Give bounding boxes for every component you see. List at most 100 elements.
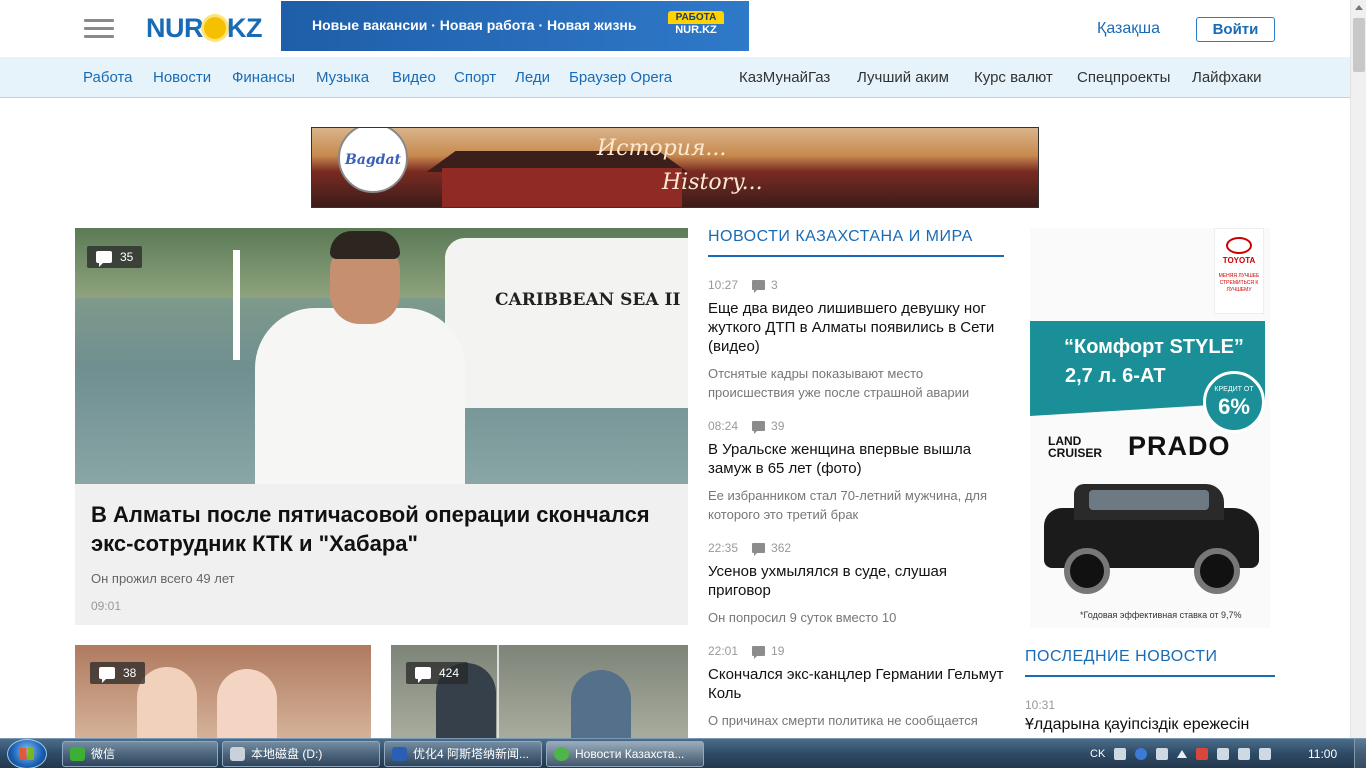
taskbar-item-browser[interactable]: Новости Казахста... (546, 741, 704, 767)
toyota-logo: TOYOTA МЕНЯЯ ЛУЧШЕЕ СТРЕМИТЬСЯ К ЛУЧШЕМУ (1214, 228, 1264, 314)
help-icon[interactable] (1135, 748, 1148, 760)
news-lead: Отснятые кадры показывают место происшес… (708, 366, 970, 400)
image-person-body (255, 308, 465, 484)
latest-section-title[interactable]: ПОСЛЕДНИЕ НОВОСТИ (1025, 648, 1218, 666)
news-title[interactable]: В Уральске женщина впервые вышла замуж в… (708, 440, 1008, 478)
featured-article-image: CARIBBEAN SEA II 35 (75, 228, 688, 484)
comment-icon (752, 421, 766, 434)
jobs-banner[interactable]: Новые вакансии · Новая работа · Новая жи… (281, 1, 749, 51)
comment-icon (752, 543, 766, 556)
news-title[interactable]: Усенов ухмылялся в суде, слушая приговор (708, 562, 1008, 600)
history-ad-banner[interactable]: Bagdat История... History... (311, 127, 1039, 208)
news-title[interactable]: Скончался экс-канцлер Германии Гельмут К… (708, 665, 1008, 703)
nav-item-rabota[interactable]: Работа (83, 69, 133, 86)
nav-item-akim[interactable]: Лучший аким (857, 69, 949, 86)
news-list-item[interactable]: 10:27 3 Еще два видео лишившего девушку … (708, 278, 1008, 402)
taskbar-clock[interactable]: 11:00 (1308, 747, 1337, 761)
nav-item-specprojects[interactable]: Спецпроекты (1077, 69, 1170, 86)
taskbar-item-label: 本地磁盘 (D:) (251, 747, 323, 761)
news-comment-count: 19 (771, 644, 785, 658)
ad-footnote: *Годовая эффективная ставка от 9,7% (1080, 610, 1242, 620)
scroll-up-icon[interactable] (1355, 5, 1363, 10)
system-tray: CK (1090, 739, 1272, 768)
nav-item-novosti[interactable]: Новости (153, 69, 211, 86)
comment-count: 38 (123, 666, 137, 680)
main-nav: Работа Новости Финансы Музыка Видео Спор… (0, 57, 1350, 98)
taskbar-item-wechat[interactable]: 微信 (62, 741, 218, 767)
comment-count-badge: 35 (87, 246, 143, 268)
boat-name: CARIBBEAN SEA II (495, 290, 681, 310)
toyota-emblem-icon (1226, 237, 1252, 254)
car-wheel (1064, 548, 1110, 594)
model-small: LAND CRUISER (1048, 434, 1103, 460)
nav-item-opera[interactable]: Браузер Opera (569, 69, 672, 86)
battery-icon[interactable] (1217, 748, 1230, 760)
image-person (217, 669, 277, 740)
comment-icon (96, 251, 112, 267)
article-card[interactable]: 38 (75, 645, 371, 740)
toyota-brand: TOYOTA (1222, 256, 1256, 265)
scroll-thumb[interactable] (1353, 18, 1365, 72)
news-comment-count: 3 (771, 278, 778, 292)
taskbar-item-word[interactable]: 优化4 阿斯塔纳新闻... (384, 741, 542, 767)
car-wheel (1194, 548, 1240, 594)
nav-item-sport[interactable]: Спорт (454, 69, 496, 86)
news-time: 22:01 (708, 644, 739, 658)
logo-text-right: KZ (227, 13, 263, 43)
news-list-item[interactable]: 08:24 39 В Уральске женщина впервые вышл… (708, 419, 1008, 524)
comment-icon (415, 667, 431, 683)
login-button[interactable]: Войти (1196, 17, 1275, 42)
wechat-icon (70, 747, 85, 761)
sun-icon (204, 17, 226, 39)
nav-item-currency[interactable]: Курс валют (974, 69, 1053, 86)
toyota-ad[interactable]: TOYOTA МЕНЯЯ ЛУЧШЕЕ СТРЕМИТЬСЯ К ЛУЧШЕМУ… (1030, 228, 1270, 628)
news-title[interactable]: Еще два видео лишившего девушку ног жутк… (708, 299, 1008, 356)
menu-icon[interactable] (84, 19, 114, 39)
show-hidden-icons-icon[interactable] (1177, 750, 1188, 758)
car-window (1089, 490, 1209, 510)
show-desktop-button[interactable] (1354, 739, 1366, 768)
news-comment-count: 39 (771, 419, 785, 433)
page-scrollbar[interactable] (1350, 0, 1366, 738)
site-logo[interactable]: NUR KZ (146, 13, 263, 44)
network-warning-icon[interactable] (1196, 748, 1209, 760)
nav-item-muzyka[interactable]: Музыка (316, 69, 369, 86)
news-meta: 10:27 3 (708, 278, 1008, 293)
image-divider (497, 645, 499, 740)
keyboard-icon[interactable] (1114, 748, 1127, 760)
display-icon[interactable] (1156, 748, 1169, 760)
image-post (233, 250, 240, 360)
nav-item-kazmunaigaz[interactable]: КазМунайГаз (739, 69, 830, 86)
comment-icon (752, 280, 766, 293)
windows-taskbar: 微信 本地磁盘 (D:) 优化4 阿斯塔纳新闻... Новости Казах… (0, 738, 1366, 768)
latest-news-title[interactable]: Ұлдарына қауіпсіздік ережесін (1025, 716, 1249, 734)
latest-section-rule (1025, 675, 1275, 677)
news-time: 10:27 (708, 278, 739, 292)
latest-news-time: 10:31 (1025, 698, 1056, 712)
nav-item-ledi[interactable]: Леди (515, 69, 550, 86)
offer-line-1: “Комфорт STYLE” (1064, 336, 1244, 358)
volume-icon[interactable] (1259, 748, 1272, 760)
jobs-badge-top: РАБОТА (668, 11, 724, 24)
credit-rate-badge: КРЕДИТ ОТ 6% (1203, 371, 1265, 433)
news-list-item[interactable]: 22:01 19 Скончался экс-канцлер Германии … (708, 644, 1008, 730)
palace-wall-graphic (442, 168, 682, 207)
image-person (137, 667, 197, 740)
article-card[interactable]: 424 (391, 645, 688, 740)
signal-icon[interactable] (1238, 748, 1251, 760)
comment-count-badge: 424 (406, 662, 469, 684)
taskbar-item-disk[interactable]: 本地磁盘 (D:) (222, 741, 380, 767)
featured-article-title[interactable]: В Алматы после пятичасовой операции скон… (91, 500, 671, 558)
news-list-item[interactable]: 22:35 362 Усенов ухмылялся в суде, слуша… (708, 541, 1008, 627)
input-language[interactable]: CK (1090, 748, 1105, 760)
disk-icon (230, 747, 245, 761)
nav-item-video[interactable]: Видео (392, 69, 436, 86)
comment-icon (752, 646, 766, 659)
logo-text-left: NUR (146, 13, 204, 43)
news-section-title[interactable]: НОВОСТИ КАЗАХСТАНА И МИРА (708, 228, 973, 246)
nav-item-finansy[interactable]: Финансы (232, 69, 295, 86)
featured-article[interactable]: CARIBBEAN SEA II 35 В Алматы после пятич… (75, 228, 688, 625)
nav-item-lifehacks[interactable]: Лайфхаки (1192, 69, 1262, 86)
start-button[interactable] (7, 739, 47, 768)
language-link[interactable]: Қазақша (1097, 20, 1160, 38)
